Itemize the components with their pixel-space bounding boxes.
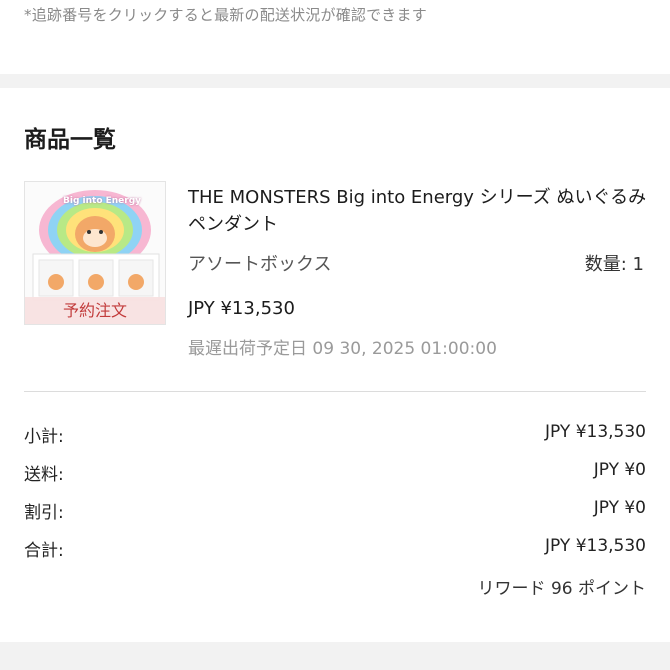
- product-name[interactable]: THE MONSTERS Big into Energy シリーズ ぬいぐるみペ…: [188, 184, 648, 238]
- ship-date: 最遅出荷予定日 09 30, 2025 01:00:00: [188, 339, 497, 359]
- product-quantity: 数量: 1: [584, 254, 644, 275]
- product-thumbnail[interactable]: Big into Energy 予約注文: [24, 181, 166, 325]
- shipping-label: 送料:: [24, 465, 64, 485]
- reward-points: リワード 96 ポイント: [477, 579, 646, 599]
- discount-value: JPY ¥0: [593, 498, 646, 518]
- subtotal-value: JPY ¥13,530: [545, 422, 646, 442]
- preorder-badge: 予約注文: [25, 297, 165, 324]
- total-label: 合計:: [24, 541, 64, 561]
- divider: [24, 391, 646, 392]
- bottom-band: [0, 642, 670, 670]
- product-price: JPY ¥13,530: [188, 298, 295, 319]
- section-divider-band: [0, 74, 670, 88]
- product-variant: アソートボックス: [188, 254, 332, 275]
- subtotal-label: 小計:: [24, 427, 64, 447]
- total-value: JPY ¥13,530: [545, 536, 646, 556]
- shipping-value: JPY ¥0: [593, 460, 646, 480]
- tracking-note: *追跡番号をクリックすると最新の配送状況が確認できます: [24, 6, 427, 24]
- thumbnail-logo-text: Big into Energy: [63, 196, 142, 206]
- discount-label: 割引:: [24, 503, 64, 523]
- section-title: 商品一覧: [24, 127, 116, 153]
